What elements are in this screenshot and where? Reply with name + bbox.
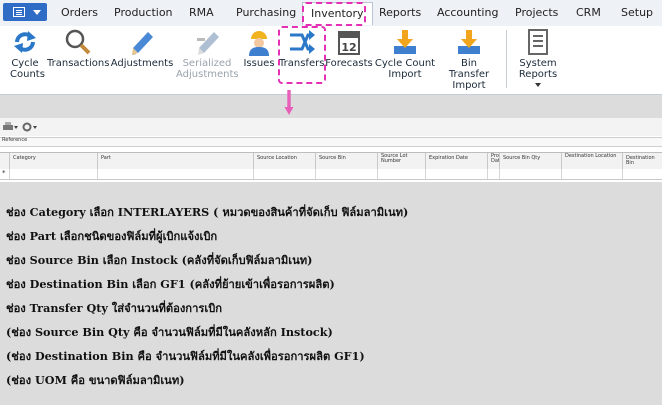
pencil-icon [132, 32, 153, 55]
ribbon-separator [506, 30, 507, 88]
reference-row[interactable]: Reference [0, 137, 662, 147]
cell-destination-bin[interactable] [622, 169, 662, 179]
instruction-line: ช่อง Transfer Qty ใส่จำนวนที่ต้องการเบิก [6, 301, 223, 315]
ribbon-toolbar: Cycle Counts Transactions Adjustments Se… [0, 26, 662, 95]
col-part[interactable]: Part [97, 153, 253, 169]
menu-purchasing[interactable]: Purchasing [236, 6, 296, 19]
app-menu-button[interactable] [3, 3, 47, 21]
col-category[interactable]: Category [9, 153, 97, 169]
cycle-counts-label: Cycle Counts [10, 58, 45, 80]
menu-reports[interactable]: Reports [379, 6, 421, 19]
chevron-down-icon [33, 10, 41, 15]
chevron-down-icon [535, 83, 541, 87]
serialized-adjustments-label: Serialized Adjustments [176, 58, 239, 80]
cell-source-location[interactable] [253, 169, 315, 179]
instruction-line: (ช่อง Source Bin Qty คือ จำนวนฟิล์มที่มี… [6, 325, 333, 339]
list-icon [13, 7, 25, 17]
adjustments-label: Adjustments [110, 58, 174, 69]
system-reports-text: System Reports [518, 58, 558, 80]
forecasts-label: Forecasts [325, 58, 373, 69]
magnifier-icon [65, 29, 91, 55]
chevron-down-icon[interactable] [33, 126, 37, 129]
menu-crm[interactable]: CRM [576, 6, 601, 19]
transfer-grid: Reference Category Part Source Location … [0, 118, 662, 182]
new-row-marker: * [2, 169, 6, 177]
reference-label: Reference [2, 137, 28, 143]
menu-rma[interactable]: RMA [189, 6, 214, 19]
menu-setup[interactable]: Setup [621, 6, 653, 19]
transactions-label: Transactions [47, 58, 110, 69]
document-icon [528, 29, 548, 55]
download-tray-icon [458, 30, 480, 54]
instruction-line: ช่อง Part เลือกชนิดของฟิล์มที่ผู้เบิกแจ้… [6, 229, 218, 243]
system-reports-button[interactable]: System Reports [510, 26, 566, 88]
cycle-count-import-button[interactable]: Cycle Count Import [374, 26, 436, 88]
col-destination-bin[interactable]: Destination Bin [622, 153, 662, 169]
instructions-block: ช่อง Category เลือก INTERLAYERS ( หมวดขอ… [6, 200, 408, 392]
instruction-line: ช่อง Destination Bin เลือก GF1 (คลังที่ย… [6, 277, 335, 291]
cell-destination-location[interactable] [561, 169, 622, 179]
cell-source-bin-qty[interactable] [499, 169, 561, 179]
adjustments-button[interactable]: Adjustments [110, 26, 174, 88]
menu-projects[interactable]: Projects [515, 6, 558, 19]
cell-source-lot-number[interactable] [377, 169, 425, 179]
settings-icon[interactable] [22, 122, 32, 132]
issues-button[interactable]: Issues [242, 26, 276, 88]
pointer-arrow-icon [284, 90, 294, 115]
svg-text:12: 12 [341, 41, 356, 54]
cycle-counts-button[interactable]: Cycle Counts [2, 26, 48, 88]
col-source-location[interactable]: Source Location [253, 153, 315, 169]
serialized-pencil-icon [197, 32, 219, 55]
chevron-down-icon[interactable] [14, 126, 18, 129]
instruction-line: ช่อง Category เลือก INTERLAYERS ( หมวดขอ… [6, 205, 409, 219]
col-source-lot-number[interactable]: Source Lot Number [377, 153, 425, 169]
print-icon[interactable] [2, 122, 14, 132]
cell-expiration-date[interactable] [425, 169, 487, 179]
transactions-button[interactable]: Transactions [47, 26, 109, 88]
serialized-adjustments-button[interactable]: Serialized Adjustments [174, 26, 240, 88]
menu-orders[interactable]: Orders [61, 6, 98, 19]
cycle-counts-icon [14, 31, 36, 53]
col-pro-dat[interactable]: Pro Dat [487, 153, 499, 169]
col-destination-location[interactable]: Destination Location [561, 153, 622, 169]
download-tray-icon [394, 30, 416, 54]
instruction-line: (ช่อง UOM คือ ขนาดฟิล์มลามิเนท) [6, 373, 185, 387]
col-expiration-date[interactable]: Expiration Date [425, 153, 487, 169]
issues-label: Issues [243, 58, 275, 69]
cell-part[interactable] [97, 169, 253, 179]
forecasts-button[interactable]: 12 Forecasts [325, 26, 373, 88]
system-reports-label: System Reports [515, 58, 561, 91]
instruction-line: (ช่อง Destination Bin คือ จำนวนฟิล์มที่ม… [6, 349, 365, 363]
cycle-count-import-label: Cycle Count Import [374, 58, 436, 80]
instruction-line: ช่อง Source Bin เลือก Instock (คลังที่จั… [6, 253, 313, 267]
menu-accounting[interactable]: Accounting [437, 6, 498, 19]
grid-toolbar [0, 118, 662, 136]
col-source-bin-qty[interactable]: Source Bin Qty [499, 153, 561, 169]
worker-icon [249, 31, 269, 56]
bin-transfer-import-label: Bin Transfer Import [448, 58, 490, 91]
calendar-icon: 12 [338, 31, 360, 55]
bin-transfer-import-button[interactable]: Bin Transfer Import [437, 26, 501, 91]
cell-source-bin[interactable] [315, 169, 377, 179]
inventory-highlight [302, 2, 366, 26]
menu-production[interactable]: Production [114, 6, 173, 19]
col-source-bin[interactable]: Source Bin [315, 153, 377, 169]
table-row[interactable]: * [0, 169, 662, 180]
grid-header: Category Part Source Location Source Bin… [0, 152, 662, 170]
cell-category[interactable] [9, 169, 97, 179]
transfers-highlight [278, 26, 326, 84]
cell-pro-dat[interactable] [487, 169, 499, 179]
